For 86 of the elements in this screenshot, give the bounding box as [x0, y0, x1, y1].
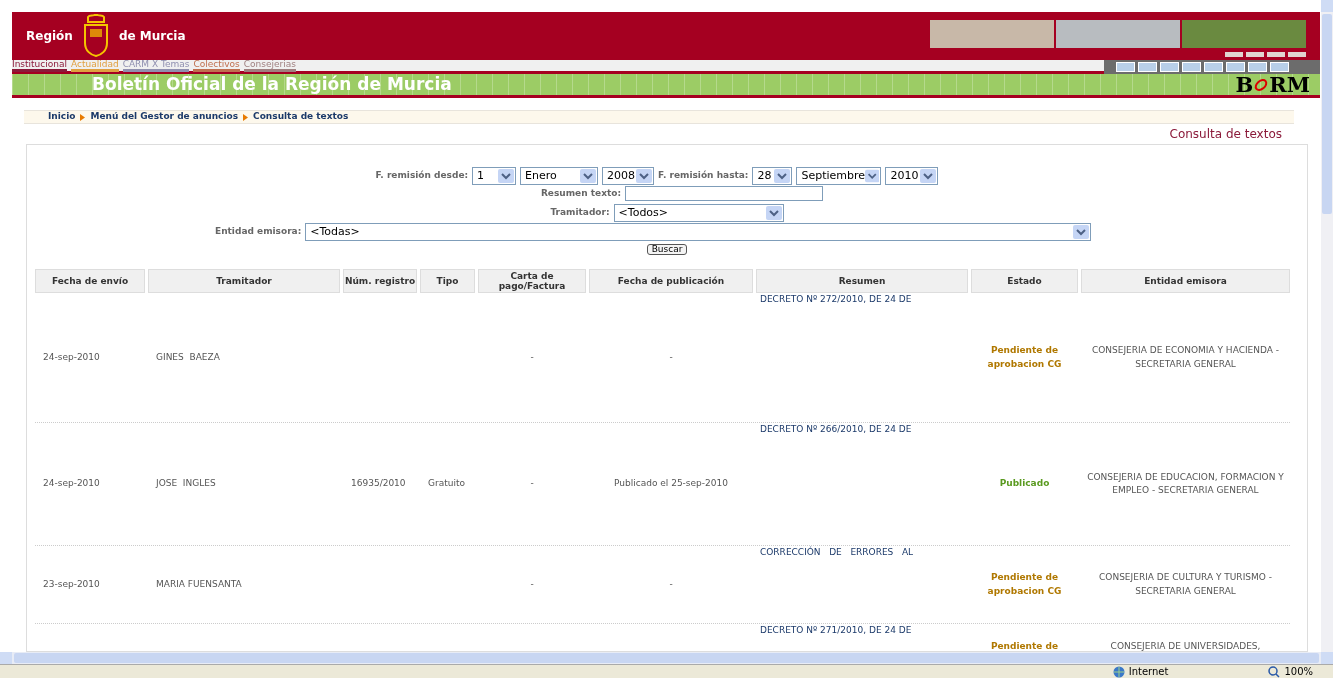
chevron-down-icon [774, 169, 791, 183]
table-cell-text: - [669, 350, 673, 364]
table-cell: 24-sep-2010 [43, 477, 100, 491]
field-label: F. remisión desde: [375, 169, 469, 183]
table-cell: CONSEJERIA DE UNIVERSIDADES, [1110, 639, 1261, 651]
chevron-down-icon [1073, 225, 1090, 239]
tab-marker[interactable] [1288, 51, 1306, 57]
summary-text: DECRETO Nº 271/2010, DE 24 DE [760, 625, 912, 635]
table-cell-text: - [669, 577, 673, 591]
caret-right-icon [243, 113, 249, 121]
zoom-icon [1268, 665, 1281, 678]
column-header: Tramitador [148, 269, 340, 293]
tab-marker[interactable] [1267, 51, 1285, 57]
year-select[interactable]: 2010 [885, 167, 939, 185]
chevron-down-icon [920, 169, 937, 183]
toolbar-icon[interactable] [1270, 62, 1289, 72]
table-cell-text: CONSEJERIA DE CULTURA Y TURISMO - SECRETARIA GENERAL [1098, 571, 1273, 598]
zone-text: Internet [1128, 665, 1169, 678]
caret-right-icon [80, 113, 86, 121]
toolbar-icon[interactable] [1204, 62, 1223, 72]
globe-icon [1112, 665, 1125, 678]
brand-name: Región [26, 28, 73, 45]
tab-marker[interactable] [1225, 51, 1243, 57]
status-text: Publicado [999, 477, 1050, 491]
table-cell: Gratuito [428, 477, 465, 491]
day-select[interactable]: 1 [472, 167, 517, 185]
panel-title: Consulta de textos [1169, 128, 1282, 143]
table-cell-text: - [530, 350, 534, 364]
chevron-down-icon [498, 169, 515, 183]
brand-name: de Murcia [118, 28, 186, 45]
field-label: Tramitador: [550, 206, 610, 220]
table-cell: Publicado el 25-sep-2010 [614, 477, 728, 491]
status-text: Pendiente de aprobacion CG [986, 571, 1063, 598]
toolbar-icon[interactable] [1182, 62, 1201, 72]
toolbar-icon[interactable] [1160, 62, 1179, 72]
chevron-down-icon [765, 206, 782, 220]
summary-input[interactable] [625, 186, 824, 201]
column-header: Fecha de publicación [589, 269, 753, 293]
year-select[interactable]: 2008 [602, 167, 655, 185]
column-header: Estado [971, 269, 1078, 293]
status-text: Pendiente de [990, 639, 1059, 651]
table-cell-text: - [530, 577, 534, 591]
chevron-down-icon [636, 169, 653, 183]
status-text: Pendiente de aprobacion CG [986, 344, 1063, 371]
toolbar-icon[interactable] [1226, 62, 1245, 72]
borm-logo: B RM [1235, 74, 1310, 95]
table-cell: JOSE INGLES [156, 477, 216, 491]
toolbar-icon[interactable] [1116, 62, 1135, 72]
column-header: Fecha de envío [35, 269, 145, 293]
summary-text: DECRETO Nº 272/2010, DE 24 DE [760, 294, 912, 304]
table-cell-text: GINES BAEZA [156, 350, 220, 364]
table-cell-text: MARIA FUENSANTA [156, 577, 242, 591]
table-cell: - [530, 477, 534, 491]
toolbar-icon[interactable] [1138, 62, 1157, 72]
summary-text: DECRETO Nº 266/2010, DE 24 DE [760, 424, 912, 434]
table-cell-text: 23-sep-2010 [43, 577, 100, 591]
breadcrumb-link[interactable]: Inicio [48, 110, 76, 124]
tab-marker[interactable] [1246, 51, 1264, 57]
table-cell-text: 24-sep-2010 [43, 350, 100, 364]
column-header: Carta de pago/Factura [478, 269, 586, 293]
column-header: Tipo [420, 269, 475, 293]
field-label: Resumen texto: [540, 186, 622, 200]
handler-select[interactable]: <Todos> [613, 204, 784, 222]
vertical-scrollbar[interactable] [1321, 0, 1333, 652]
table-cell-text: CONSEJERIA DE ECONOMIA Y HACIENDA - SECRETARIA GENERAL [1090, 344, 1281, 371]
breadcrumb-link[interactable]: Consulta de textos [253, 110, 349, 124]
banner-title: Boletín Oficial de la Región de Murcia [92, 72, 452, 96]
zoom-level[interactable]: 100% [1284, 664, 1313, 678]
horizontal-scrollbar[interactable] [0, 652, 1333, 664]
day-select[interactable]: 28 [752, 167, 793, 185]
chevron-down-icon [580, 169, 597, 183]
column-header: Resumen [756, 269, 968, 293]
column-header: Entidad emisora [1081, 269, 1290, 293]
month-select[interactable]: Enero [520, 167, 599, 185]
column-header: Núm. registro [343, 269, 417, 293]
summary-text: CORRECCIÓN DE ERRORES AL [760, 547, 914, 557]
chevron-down-icon [865, 169, 880, 183]
table-cell: 16935/2010 [351, 477, 406, 491]
entity-select[interactable]: <Todas> [305, 223, 1092, 241]
toolbar-icon[interactable] [1248, 62, 1267, 72]
search-button[interactable]: Buscar [646, 244, 688, 255]
month-select[interactable]: Septiembre [796, 167, 882, 185]
breadcrumb-link[interactable]: Menú del Gestor de anuncios [90, 110, 239, 124]
table-cell-text: CONSEJERIA DE EDUCACION, FORMACION Y EMPLEO - SECRETARIA GENERAL [1086, 470, 1285, 497]
field-label: Entidad emisora: [215, 225, 302, 239]
field-label: F. remisión hasta: [658, 169, 749, 183]
